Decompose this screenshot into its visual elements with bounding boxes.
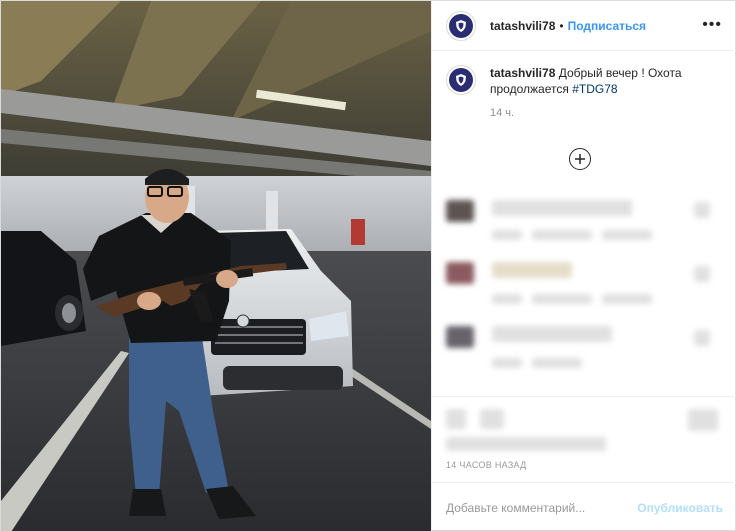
parking-garage-photo [1,1,431,531]
caption-author-avatar[interactable] [446,65,476,95]
post-header: tatashvili78 • Подписаться ••• [432,1,736,51]
hashtag-link[interactable]: #TDG78 [572,82,617,96]
blurred-meta [532,230,592,240]
caption: tatashvili78 Добрый вечер ! Охота продол… [432,51,736,97]
caption-time: 14 ч. [490,107,515,119]
post-photo[interactable] [1,1,431,531]
post-side-panel: tatashvili78 • Подписаться ••• tatashvil… [431,1,736,531]
blurred-meta [492,230,522,240]
instagram-post-view: tatashvili78 • Подписаться ••• tatashvil… [0,0,736,531]
blurred-avatar [446,326,474,348]
blurred-comments [432,186,736,396]
blurred-avatar [446,200,474,222]
blurred-comment-line [492,262,572,278]
caption-username[interactable]: tatashvili78 [490,66,555,80]
blurred-like-button[interactable] [446,409,466,429]
blurred-like [694,266,710,282]
blurred-like [694,330,710,346]
blurred-avatar [446,262,474,284]
blurred-meta [602,230,652,240]
more-options-icon[interactable]: ••• [702,17,722,33]
follow-button[interactable]: Подписаться [568,19,646,33]
blurred-likes-count [446,437,606,451]
blurred-save-button[interactable] [688,409,718,431]
publish-button[interactable]: Опубликовать [637,501,723,515]
blurred-comment-line [492,200,632,216]
shield-logo-icon [449,68,473,92]
shield-logo-icon [449,13,473,38]
blurred-like [694,202,710,218]
blurred-meta [492,358,522,368]
caption-text: tatashvili78 Добрый вечер ! Охота продол… [490,65,720,97]
posted-time: 14 ЧАСОВ НАЗАД [446,460,527,470]
post-actions: 14 ЧАСОВ НАЗАД [432,396,736,482]
blurred-meta [602,294,652,304]
author-avatar[interactable] [446,10,476,41]
plus-circle-icon[interactable] [569,148,591,170]
blurred-comment-line [492,326,612,342]
blurred-meta [492,294,522,304]
author-username[interactable]: tatashvili78 [490,19,555,33]
blurred-comment-button[interactable] [480,409,504,429]
blurred-meta [532,294,592,304]
blurred-meta [532,358,582,368]
separator-dot: • [559,18,564,33]
add-comment-bar: Опубликовать [432,482,736,531]
comment-input[interactable] [446,500,638,515]
